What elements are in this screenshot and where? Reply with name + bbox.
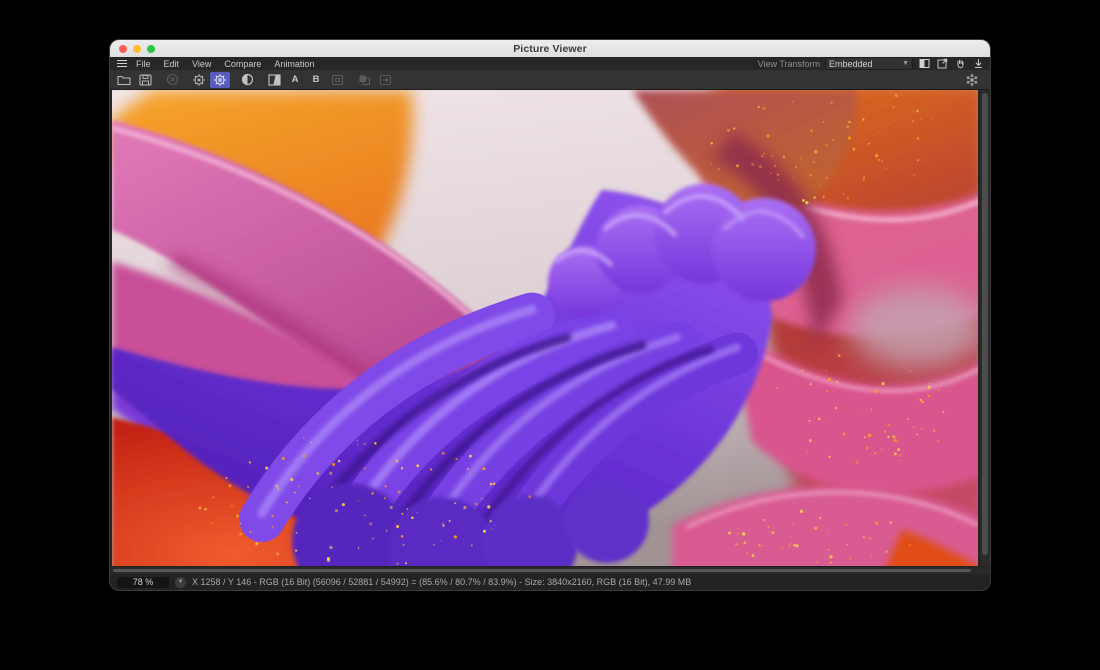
- view-transform-value: Embedded: [829, 59, 873, 69]
- vertical-scrollbar-thumb[interactable]: [982, 93, 988, 555]
- split-view-icon[interactable]: [918, 58, 931, 69]
- close-compare-icon: [162, 72, 182, 88]
- open-file-icon[interactable]: [114, 72, 134, 88]
- window-title: Picture Viewer: [513, 43, 587, 55]
- traffic-lights: [119, 45, 155, 53]
- screen-background: Picture Viewer File Edit View Compare An…: [0, 0, 1100, 670]
- image-viewport: [110, 90, 990, 566]
- minimize-window-button[interactable]: [133, 45, 141, 53]
- menu-item-edit[interactable]: Edit: [164, 59, 180, 69]
- status-bar: 78 % ▼ X 1258 / Y 146 - RGB (16 Bit) (56…: [110, 574, 990, 590]
- zoom-dropdown-button[interactable]: ▼: [175, 577, 186, 588]
- version-a-label: A: [292, 74, 299, 85]
- vertical-scrollbar[interactable]: [979, 90, 990, 566]
- horizontal-scrollbar-thumb[interactable]: [113, 569, 971, 572]
- picture-viewer-window: Picture Viewer File Edit View Compare An…: [110, 40, 990, 590]
- toolbar: A B: [110, 70, 990, 90]
- contrast-icon[interactable]: [237, 72, 257, 88]
- render-settings-x-icon[interactable]: [189, 72, 209, 88]
- export-frame-icon: [375, 72, 395, 88]
- render-settings-lines-icon[interactable]: [210, 72, 230, 88]
- link-frames-icon: [327, 72, 347, 88]
- rendered-image[interactable]: [112, 90, 978, 566]
- version-a-button[interactable]: A: [285, 72, 305, 88]
- save-image-icon[interactable]: [135, 72, 155, 88]
- dock-download-icon[interactable]: [972, 58, 985, 69]
- pixel-info-text: X 1258 / Y 146 - RGB (16 Bit) (56096 / 5…: [192, 577, 691, 587]
- view-transform-label: View Transform: [758, 59, 820, 69]
- title-bar[interactable]: Picture Viewer: [110, 40, 990, 57]
- zoom-window-button[interactable]: [147, 45, 155, 53]
- copy-frame-icon: [354, 72, 374, 88]
- menu-bar: File Edit View Compare Animation View Tr…: [110, 57, 990, 70]
- ab-split-compare-icon[interactable]: [264, 72, 284, 88]
- zoom-level-field[interactable]: 78 %: [117, 577, 169, 588]
- hamburger-menu-icon[interactable]: [117, 60, 127, 67]
- horizontal-scrollbar[interactable]: [110, 566, 990, 574]
- view-transform-group: View Transform Embedded ▼: [758, 57, 985, 70]
- menu-item-animation[interactable]: Animation: [274, 59, 314, 69]
- open-external-icon[interactable]: [936, 58, 949, 69]
- hand-pan-icon[interactable]: [954, 58, 967, 69]
- view-transform-dropdown[interactable]: Embedded ▼: [825, 57, 913, 70]
- version-b-label: B: [313, 74, 320, 85]
- menu-item-view[interactable]: View: [192, 59, 211, 69]
- node-material-icon[interactable]: [962, 72, 982, 88]
- version-b-button[interactable]: B: [306, 72, 326, 88]
- menu-item-compare[interactable]: Compare: [224, 59, 261, 69]
- close-window-button[interactable]: [119, 45, 127, 53]
- menu-item-file[interactable]: File: [136, 59, 151, 69]
- chevron-down-icon: ▼: [902, 60, 909, 67]
